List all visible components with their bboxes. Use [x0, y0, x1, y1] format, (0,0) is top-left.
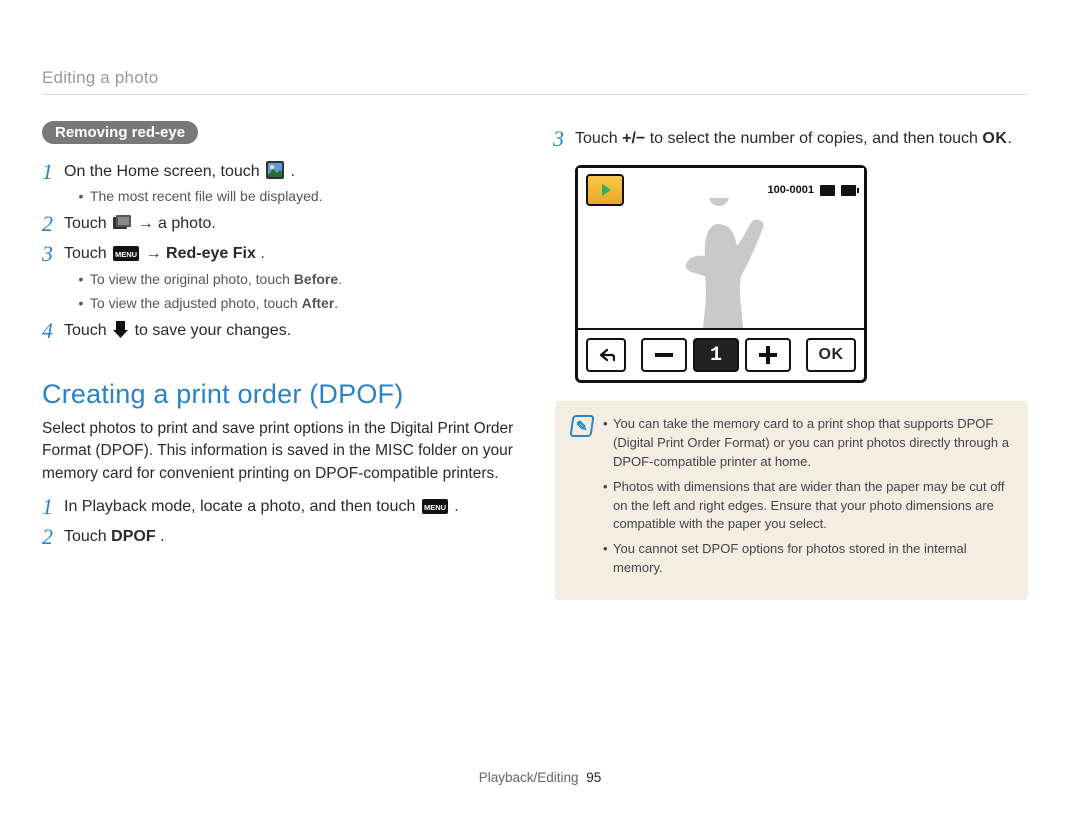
svg-text:MENU: MENU	[424, 503, 446, 512]
page-header: Editing a photo	[42, 68, 1028, 95]
step-number: 3	[553, 127, 575, 151]
step-text: Touch MENU → Red-eye Fix .	[64, 242, 517, 265]
back-arrow-icon	[597, 348, 615, 362]
photo-editor-icon	[266, 161, 284, 179]
camera-controls: 1 OK	[578, 328, 864, 380]
svg-text:MENU: MENU	[115, 250, 137, 259]
menu-icon: MENU	[113, 246, 139, 261]
step-3-sub-1: • To view the original photo, touch Befo…	[76, 271, 517, 287]
step-text: Touch +/− to select the number of copies…	[575, 127, 1028, 150]
note-list: You can take the memory card to a print …	[603, 415, 1012, 584]
content-columns: Removing red-eye 1 On the Home screen, t…	[42, 121, 1028, 600]
plus-button[interactable]	[745, 338, 791, 372]
right-column: 3 Touch +/− to select the number of copi…	[553, 121, 1028, 600]
step-number: 1	[42, 160, 64, 184]
memory-card-icon	[820, 185, 835, 196]
menu-icon: MENU	[422, 499, 448, 514]
plus-minus-icon: +/−	[622, 130, 645, 147]
save-icon	[113, 321, 128, 338]
footer-section: Playback/Editing	[479, 770, 579, 785]
battery-icon	[841, 185, 856, 196]
step-number: 1	[42, 495, 64, 519]
camera-frame: 100-0001	[575, 165, 867, 383]
step-text: Touch DPOF .	[64, 525, 517, 548]
step-text: Touch to save your changes.	[64, 319, 517, 342]
ok-inline-icon: OK	[982, 130, 1007, 147]
count-display: 1	[693, 338, 739, 372]
back-button[interactable]	[586, 338, 626, 372]
step-text: In Playback mode, locate a photo, and th…	[64, 495, 517, 518]
photo-silhouette-icon	[671, 198, 771, 328]
camera-screenshot: 100-0001	[575, 165, 1028, 383]
section-heading: Creating a print order (DPOF)	[42, 379, 517, 410]
step-3-sub-2: • To view the adjusted photo, touch Afte…	[76, 295, 517, 311]
step-text: On the Home screen, touch .	[64, 160, 517, 183]
section-intro: Select photos to print and save print op…	[42, 418, 517, 485]
step-1-sub: • The most recent file will be displayed…	[76, 188, 517, 204]
step-1: 1 On the Home screen, touch .	[42, 160, 517, 184]
note-item: You cannot set DPOF options for photos s…	[603, 540, 1012, 578]
note-icon: ✎	[569, 415, 594, 437]
dpof-step-3: 3 Touch +/− to select the number of copi…	[553, 127, 1028, 151]
minus-button[interactable]	[641, 338, 687, 372]
dpof-step-1: 1 In Playback mode, locate a photo, and …	[42, 495, 517, 519]
playback-thumb-icon	[586, 174, 624, 206]
camera-preview: 100-0001	[578, 168, 864, 328]
step-text: Touch → a photo.	[64, 212, 517, 235]
file-number: 100-0001	[768, 184, 815, 196]
step-number: 3	[42, 242, 64, 266]
subsection-pill: Removing red-eye	[42, 121, 198, 144]
step-4: 4 Touch to save your changes.	[42, 319, 517, 343]
step-number: 2	[42, 525, 64, 549]
step-3: 3 Touch MENU → Red-eye Fix .	[42, 242, 517, 266]
step-number: 2	[42, 212, 64, 236]
minus-icon	[655, 353, 673, 357]
gallery-icon	[113, 215, 131, 231]
note-item: You can take the memory card to a print …	[603, 415, 1012, 472]
dpof-step-2: 2 Touch DPOF .	[42, 525, 517, 549]
note-item: Photos with dimensions that are wider th…	[603, 478, 1012, 535]
step-number: 4	[42, 319, 64, 343]
page-number: 95	[586, 770, 601, 785]
page-footer: Playback/Editing 95	[0, 770, 1080, 785]
camera-status: 100-0001	[768, 184, 857, 196]
plus-icon	[759, 346, 777, 364]
info-note: ✎ You can take the memory card to a prin…	[555, 401, 1028, 600]
ok-button[interactable]: OK	[806, 338, 856, 372]
step-2: 2 Touch → a photo.	[42, 212, 517, 236]
manual-page: Editing a photo Removing red-eye 1 On th…	[0, 0, 1080, 815]
left-column: Removing red-eye 1 On the Home screen, t…	[42, 121, 517, 600]
